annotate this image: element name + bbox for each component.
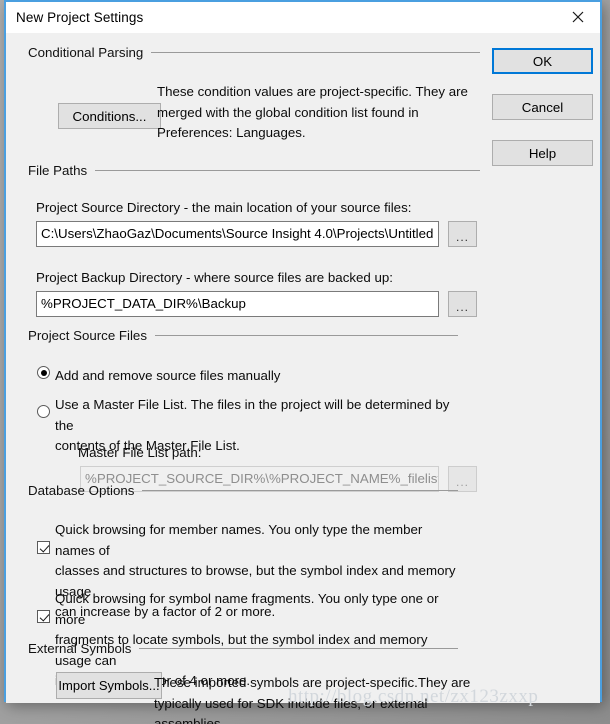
- backup-directory-browse-button[interactable]: ...: [448, 291, 477, 317]
- group-file-paths: File Paths Project Source Directory - th…: [28, 163, 480, 338]
- backup-directory-input[interactable]: %PROJECT_DATA_DIR%\Backup: [36, 291, 439, 317]
- group-header: Database Options: [28, 483, 458, 498]
- group-conditional-parsing: Conditional Parsing Conditions... These …: [28, 45, 480, 152]
- source-directory-input[interactable]: C:\Users\ZhaoGaz\Documents\Source Insigh…: [36, 221, 439, 247]
- backup-directory-label: Project Backup Directory - where source …: [36, 270, 393, 285]
- cancel-button[interactable]: Cancel: [492, 94, 593, 120]
- radio-label: Add and remove source files manually: [55, 368, 281, 383]
- group-database-options: Database Options Quick browsing for memb…: [28, 483, 458, 688]
- master-file-list-path-label: Master File List path:: [78, 445, 202, 460]
- import-symbols-button[interactable]: Import Symbols...: [56, 672, 162, 699]
- group-external-symbols: External Symbols Import Symbols... These…: [28, 641, 470, 724]
- checkbox-indicator: [37, 541, 50, 554]
- desktop-background: New Project Settings OK Cancel Help Cond…: [0, 0, 610, 724]
- conditions-button[interactable]: Conditions...: [58, 103, 161, 129]
- group-header: Project Source Files: [28, 328, 458, 343]
- source-directory-browse-button[interactable]: ...: [448, 221, 477, 247]
- group-title: Project Source Files: [28, 328, 147, 343]
- radio-indicator: [37, 366, 50, 379]
- group-title: File Paths: [28, 163, 88, 178]
- group-divider: [151, 52, 480, 53]
- group-header: File Paths: [28, 163, 480, 178]
- group-header: Conditional Parsing: [28, 45, 480, 60]
- source-directory-label: Project Source Directory - the main loca…: [36, 200, 412, 215]
- group-project-source-files: Project Source Files Add and remove sour…: [28, 328, 477, 493]
- group-divider: [154, 335, 458, 336]
- dialog-body: OK Cancel Help Conditional Parsing Condi…: [6, 33, 600, 724]
- title-bar: New Project Settings: [6, 0, 600, 33]
- checkbox-indicator: [37, 610, 50, 623]
- group-divider: [142, 490, 458, 491]
- group-title: Conditional Parsing: [28, 45, 144, 60]
- group-divider: [95, 170, 480, 171]
- window-title: New Project Settings: [16, 9, 144, 25]
- new-project-settings-dialog: New Project Settings OK Cancel Help Cond…: [4, 0, 602, 724]
- radio-indicator: [37, 405, 50, 418]
- group-header: External Symbols: [28, 641, 458, 656]
- ok-button[interactable]: OK: [492, 48, 593, 74]
- group-divider: [139, 648, 458, 649]
- help-button[interactable]: Help: [492, 140, 593, 166]
- radio-add-remove-manually[interactable]: Add and remove source files manually: [37, 366, 280, 387]
- close-icon: [572, 11, 584, 23]
- external-symbols-description: These imported symbols are project-speci…: [154, 675, 471, 724]
- group-title: Database Options: [28, 483, 135, 498]
- close-button[interactable]: [556, 2, 600, 31]
- conditional-parsing-description: These condition values are project-speci…: [157, 84, 468, 140]
- group-title: External Symbols: [28, 641, 132, 656]
